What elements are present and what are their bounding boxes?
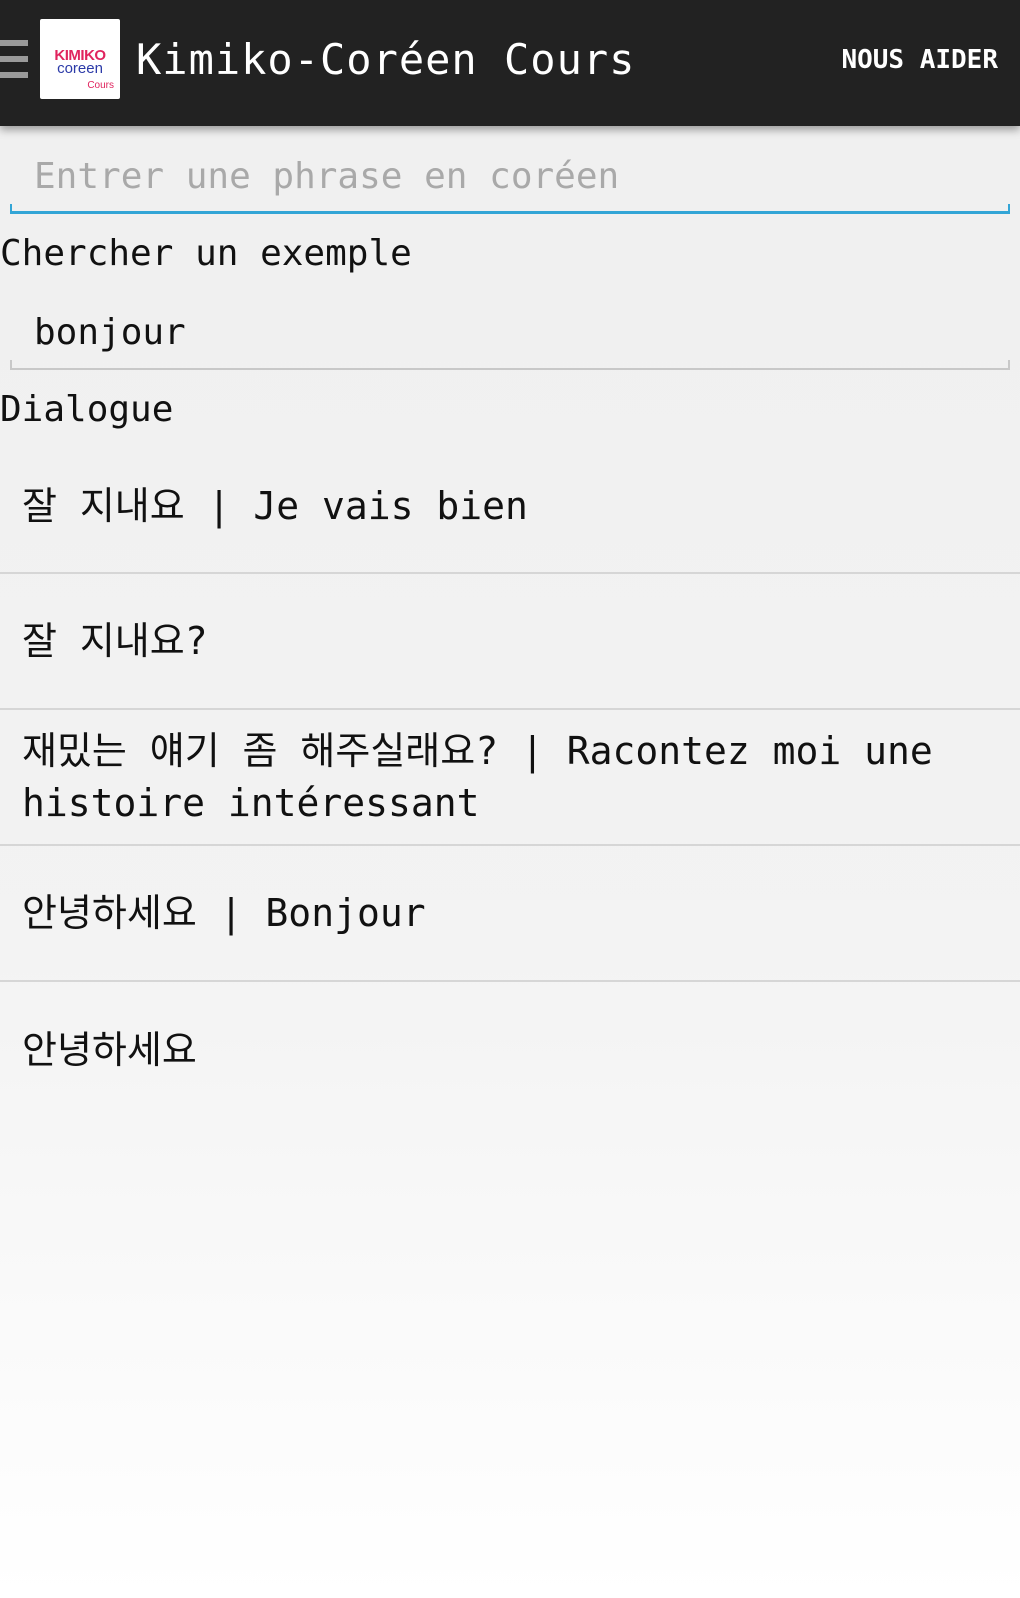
korean-phrase-field bbox=[10, 148, 1010, 214]
app-logo[interactable]: KIMIKO coreen Cours bbox=[40, 19, 120, 99]
dialogue-item-text: 잘 지내요 | Je vais bien bbox=[22, 484, 528, 528]
dialogue-item-text: 잘 지내요? bbox=[22, 619, 208, 663]
search-example-label: Chercher un exemple bbox=[0, 233, 412, 274]
hamburger-menu-icon[interactable] bbox=[0, 40, 28, 84]
action-bar: KIMIKO coreen Cours Kimiko-Coréen Cours … bbox=[0, 0, 1020, 126]
dialogue-item-text: 안녕하세요 bbox=[22, 1028, 197, 1072]
dialogue-item[interactable]: 잘 지내요 | Je vais bien bbox=[0, 440, 1020, 574]
dialogue-item-text: 안녕하세요 | Bonjour bbox=[22, 891, 426, 935]
search-example-input[interactable] bbox=[10, 304, 1010, 362]
dialogue-item[interactable]: 잘 지내요? bbox=[0, 574, 1020, 710]
search-example-field bbox=[10, 304, 1010, 370]
logo-text-course: Cours bbox=[87, 80, 114, 91]
app-title: Kimiko-Coréen Cours bbox=[136, 35, 636, 84]
korean-phrase-input[interactable] bbox=[10, 148, 1010, 206]
dialogue-item[interactable]: 재밌는 얘기 좀 해주실래요? | Racontez moi une histo… bbox=[0, 710, 1020, 846]
dialogue-item[interactable]: 안녕하세요 bbox=[0, 982, 1020, 1118]
logo-text-language: coreen bbox=[57, 60, 103, 77]
dialogue-item[interactable]: 안녕하세요 | Bonjour bbox=[0, 846, 1020, 982]
help-us-button[interactable]: NOUS AIDER bbox=[841, 42, 998, 78]
dialogue-label: Dialogue bbox=[0, 389, 174, 430]
input-underline bbox=[10, 204, 1010, 214]
dialogue-item-text: 재밌는 얘기 좀 해주실래요? | Racontez moi une histo… bbox=[22, 729, 933, 825]
dialogue-list: 잘 지내요 | Je vais bien 잘 지내요? 재밌는 얘기 좀 해주실… bbox=[0, 440, 1020, 1118]
search-underline bbox=[10, 360, 1010, 370]
